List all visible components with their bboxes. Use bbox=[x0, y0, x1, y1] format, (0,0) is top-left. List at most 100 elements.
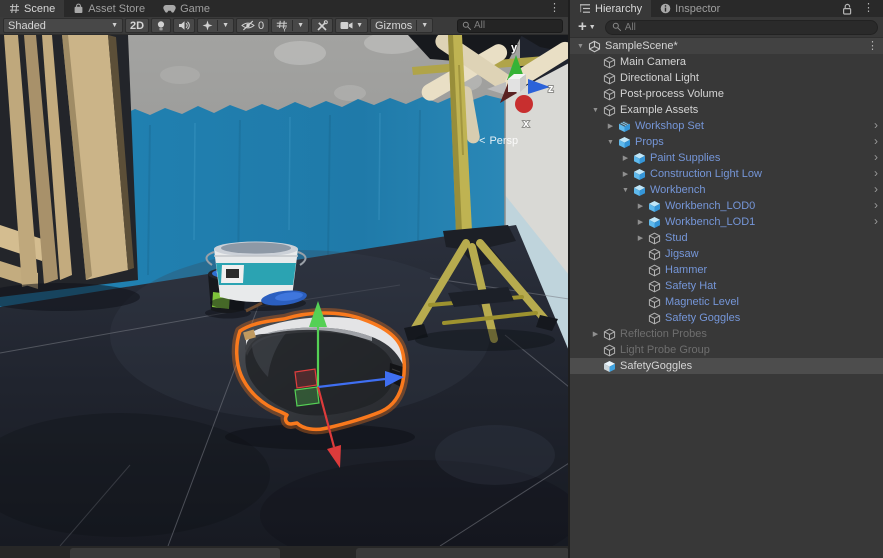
hierarchy-row-workbench[interactable]: ▼Workbench› bbox=[570, 182, 883, 198]
scene-viewport[interactable]: y z x <Persp bbox=[0, 35, 569, 546]
hierarchy-row-paint-supplies[interactable]: ▶Paint Supplies› bbox=[570, 150, 883, 166]
scene-lighting-button[interactable] bbox=[151, 18, 171, 33]
gizmos-label: Gizmos bbox=[375, 20, 412, 32]
chevron-down-icon: ▼ bbox=[356, 22, 363, 29]
scene-grid-icon bbox=[9, 3, 20, 14]
foldout-collapsed-icon[interactable]: ▶ bbox=[589, 330, 602, 338]
foldout-collapsed-icon[interactable]: ▶ bbox=[634, 234, 647, 242]
axis-y-label: y bbox=[511, 42, 518, 54]
scene-effects-dropdown[interactable]: ▼ bbox=[197, 18, 234, 33]
hierarchy-row-reflection-probes[interactable]: ▶Reflection Probes bbox=[570, 326, 883, 342]
tab-hierarchy[interactable]: Hierarchy bbox=[570, 0, 651, 17]
hierarchy-row-safety-goggles[interactable]: Safety Goggles bbox=[570, 310, 883, 326]
foldout-expanded-icon[interactable]: ▼ bbox=[574, 43, 587, 50]
prefab-chevron-icon[interactable]: › bbox=[874, 198, 878, 213]
scene-audio-button[interactable] bbox=[173, 18, 195, 33]
scene-camera-dropdown[interactable]: ▼ bbox=[335, 18, 368, 33]
scene-search-input[interactable] bbox=[474, 20, 558, 31]
persp-chevron: < bbox=[479, 135, 485, 147]
chevron-down-icon: ▼ bbox=[297, 22, 304, 29]
prefab-chevron-icon[interactable]: › bbox=[874, 134, 878, 149]
hierarchy-row-example-assets[interactable]: ▼Example Assets bbox=[570, 102, 883, 118]
effects-star-icon bbox=[202, 20, 213, 31]
scene-row-kebab-icon[interactable]: ⋮ bbox=[867, 38, 878, 54]
prefab-chevron-icon[interactable]: › bbox=[874, 166, 878, 181]
hierarchy-row-workshop-set[interactable]: ▶Workshop Set› bbox=[570, 118, 883, 134]
cube-outline-icon bbox=[602, 56, 616, 69]
hidden-objects-button[interactable]: 0 bbox=[236, 18, 269, 33]
tab-game[interactable]: Game bbox=[154, 0, 219, 17]
tab-asset-store[interactable]: Asset Store bbox=[64, 0, 154, 17]
hierarchy-row-hammer[interactable]: Hammer bbox=[570, 262, 883, 278]
hierarchy-search-input[interactable] bbox=[625, 22, 871, 33]
hierarchy-row-jigsaw[interactable]: Jigsaw bbox=[570, 246, 883, 262]
hierarchy-row-directional-light[interactable]: Directional Light bbox=[570, 70, 883, 86]
hierarchy-row-samplescene[interactable]: ▼SampleScene*⋮ bbox=[570, 38, 883, 54]
foldout-expanded-icon[interactable]: ▼ bbox=[604, 139, 617, 146]
prefab-chevron-icon[interactable]: › bbox=[874, 214, 878, 229]
svg-text:Y: Y bbox=[283, 26, 288, 31]
scene-tools-button[interactable] bbox=[311, 18, 333, 33]
prefab-cube-icon bbox=[647, 200, 661, 213]
prefab-chevron-icon[interactable]: › bbox=[874, 118, 878, 133]
hierarchy-row-post-process-volume[interactable]: Post-process Volume bbox=[570, 86, 883, 102]
foldout-collapsed-icon[interactable]: ▶ bbox=[634, 218, 647, 226]
hierarchy-row-light-probe-group[interactable]: Light Probe Group bbox=[570, 342, 883, 358]
prefab-cube-icon bbox=[647, 216, 661, 229]
gizmos-dropdown[interactable]: Gizmos ▼ bbox=[370, 18, 433, 33]
lower-panel-tab[interactable] bbox=[356, 548, 569, 558]
hierarchy-row-main-camera[interactable]: Main Camera bbox=[570, 54, 883, 70]
shading-mode-dropdown[interactable]: Shaded ▼ bbox=[3, 18, 123, 33]
scene-search-box[interactable] bbox=[457, 19, 563, 33]
foldout-expanded-icon[interactable]: ▼ bbox=[589, 107, 602, 114]
lock-open-icon[interactable] bbox=[842, 3, 853, 15]
tab-inspector[interactable]: Inspector bbox=[651, 0, 729, 17]
prefab-model-icon bbox=[617, 120, 631, 133]
hierarchy-row-props[interactable]: ▼Props› bbox=[570, 134, 883, 150]
hierarchy-row-workbench-lod1[interactable]: ▶Workbench_LOD1› bbox=[570, 214, 883, 230]
scene-render: y z x <Persp bbox=[0, 35, 569, 546]
hierarchy-row-safety-hat[interactable]: Safety Hat bbox=[570, 278, 883, 294]
chevron-down-icon: ▼ bbox=[421, 22, 428, 29]
tab-asset-store-label: Asset Store bbox=[88, 3, 145, 15]
wood-planks[interactable] bbox=[0, 35, 140, 311]
foldout-collapsed-icon[interactable]: ▶ bbox=[604, 122, 617, 130]
scene-tabbar: Scene Asset Store Game ⋮ bbox=[0, 0, 569, 17]
hierarchy-search-box[interactable] bbox=[605, 20, 878, 35]
toggle-2d-button[interactable]: 2D bbox=[125, 18, 149, 33]
hidden-count: 0 bbox=[258, 20, 264, 32]
hierarchy-row-construction-light-low[interactable]: ▶Construction Light Low› bbox=[570, 166, 883, 182]
create-object-button[interactable]: + ▼ bbox=[575, 20, 599, 34]
prefab-chevron-icon[interactable]: › bbox=[874, 150, 878, 165]
prefab-chevron-icon[interactable]: › bbox=[874, 182, 878, 197]
lower-panel-tab[interactable] bbox=[70, 548, 280, 558]
hierarchy-row-safetygoggles[interactable]: SafetyGoggles bbox=[570, 358, 883, 374]
prefab-cube-icon bbox=[632, 152, 646, 165]
grid-visibility-dropdown[interactable]: Y ▼ bbox=[271, 18, 309, 33]
foldout-collapsed-icon[interactable]: ▶ bbox=[634, 202, 647, 210]
cube-outline-icon bbox=[602, 88, 616, 101]
projection-mode-label[interactable]: <Persp bbox=[479, 135, 518, 147]
cube-outline-icon bbox=[647, 248, 661, 261]
cube-outline-icon bbox=[602, 72, 616, 85]
hierarchy-pane-kebab-icon[interactable]: ⋮ bbox=[859, 0, 878, 17]
axis-x-label: x bbox=[523, 118, 530, 130]
shading-mode-label: Shaded bbox=[8, 20, 46, 32]
prefab-cube-icon bbox=[617, 136, 631, 149]
scene-pane-kebab-icon[interactable]: ⋮ bbox=[545, 0, 564, 17]
tab-scene[interactable]: Scene bbox=[0, 0, 64, 17]
hierarchy-row-stud[interactable]: ▶Stud bbox=[570, 230, 883, 246]
hierarchy-row-workbench-lod0[interactable]: ▶Workbench_LOD0› bbox=[570, 198, 883, 214]
hierarchy-tabbar: Hierarchy Inspector ⋮ bbox=[570, 0, 883, 17]
cube-outline-icon bbox=[647, 280, 661, 293]
foldout-collapsed-icon[interactable]: ▶ bbox=[619, 154, 632, 162]
axis-x-handle[interactable] bbox=[515, 95, 533, 113]
hierarchy-row-magnetic-level[interactable]: Magnetic Level bbox=[570, 294, 883, 310]
foldout-expanded-icon[interactable]: ▼ bbox=[619, 187, 632, 194]
foldout-collapsed-icon[interactable]: ▶ bbox=[619, 170, 632, 178]
gizmo-plane-xy-green[interactable] bbox=[295, 387, 319, 406]
scene-pane: Scene Asset Store Game ⋮ Shaded ▼ bbox=[0, 0, 569, 558]
gizmo-plane-xz-red[interactable] bbox=[295, 369, 317, 388]
hierarchy-item-label: Safety Goggles bbox=[665, 312, 740, 324]
divider bbox=[416, 20, 417, 31]
